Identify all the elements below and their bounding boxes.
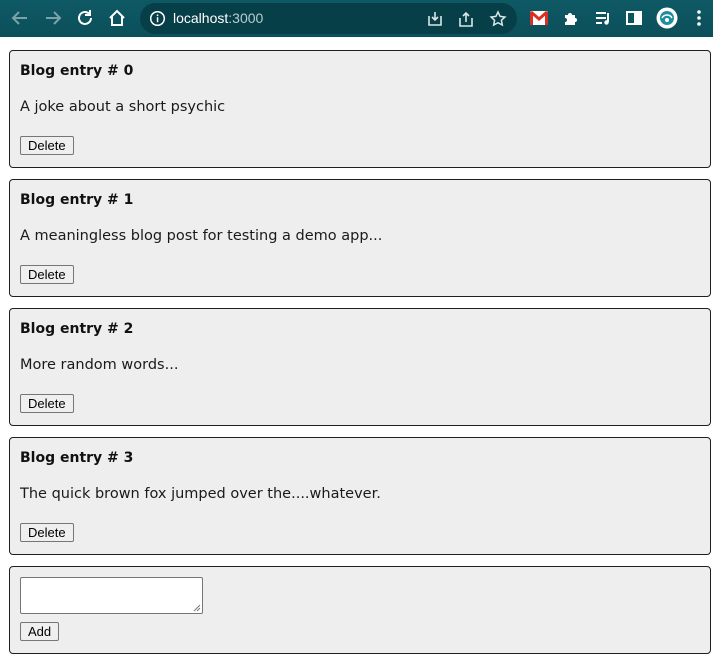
delete-button[interactable]: Delete	[20, 523, 74, 542]
forward-arrow-icon[interactable]	[41, 6, 65, 30]
delete-button[interactable]: Delete	[20, 136, 74, 155]
blog-post-card: Blog entry # 0 A joke about a short psyc…	[9, 50, 711, 168]
media-control-icon[interactable]	[591, 6, 615, 30]
add-button[interactable]: Add	[20, 622, 60, 641]
blog-post-card: Blog entry # 2 More random words... Dele…	[9, 308, 711, 426]
site-info-icon[interactable]	[149, 10, 166, 27]
bookmark-star-icon[interactable]	[488, 9, 508, 29]
new-post-form: Add	[9, 566, 711, 654]
home-icon[interactable]	[105, 6, 129, 30]
blog-post-card: Blog entry # 3 The quick brown fox jumpe…	[9, 437, 711, 555]
address-bar[interactable]: localhost:3000	[140, 3, 517, 34]
back-arrow-icon[interactable]	[8, 6, 32, 30]
post-title: Blog entry # 3	[20, 450, 134, 466]
side-panel-icon[interactable]	[622, 6, 646, 30]
post-title: Blog entry # 2	[20, 321, 134, 337]
url-port: :3000	[228, 10, 264, 26]
delete-button[interactable]: Delete	[20, 394, 74, 413]
new-post-textarea[interactable]	[20, 577, 203, 614]
install-app-icon[interactable]	[425, 9, 445, 29]
post-title: Blog entry # 1	[20, 192, 134, 208]
profile-avatar-icon[interactable]	[655, 6, 679, 30]
resize-grip-icon[interactable]	[193, 604, 201, 612]
url-text: localhost:3000	[173, 10, 263, 26]
post-title: Blog entry # 0	[20, 63, 134, 79]
blog-post-card: Blog entry # 1 A meaningless blog post f…	[9, 179, 711, 297]
post-body: The quick brown fox jumped over the....w…	[20, 486, 381, 502]
post-body: More random words...	[20, 357, 179, 373]
menu-kebab-icon[interactable]	[687, 6, 711, 30]
share-icon[interactable]	[456, 9, 476, 29]
gmail-extension-icon[interactable]	[527, 6, 551, 30]
url-host: localhost	[173, 10, 229, 26]
extensions-puzzle-icon[interactable]	[559, 6, 583, 30]
browser-toolbar: localhost:3000	[0, 0, 713, 37]
post-body: A joke about a short psychic	[20, 99, 226, 115]
delete-button[interactable]: Delete	[20, 265, 74, 284]
reload-icon[interactable]	[73, 6, 97, 30]
post-body: A meaningless blog post for testing a de…	[20, 228, 383, 244]
